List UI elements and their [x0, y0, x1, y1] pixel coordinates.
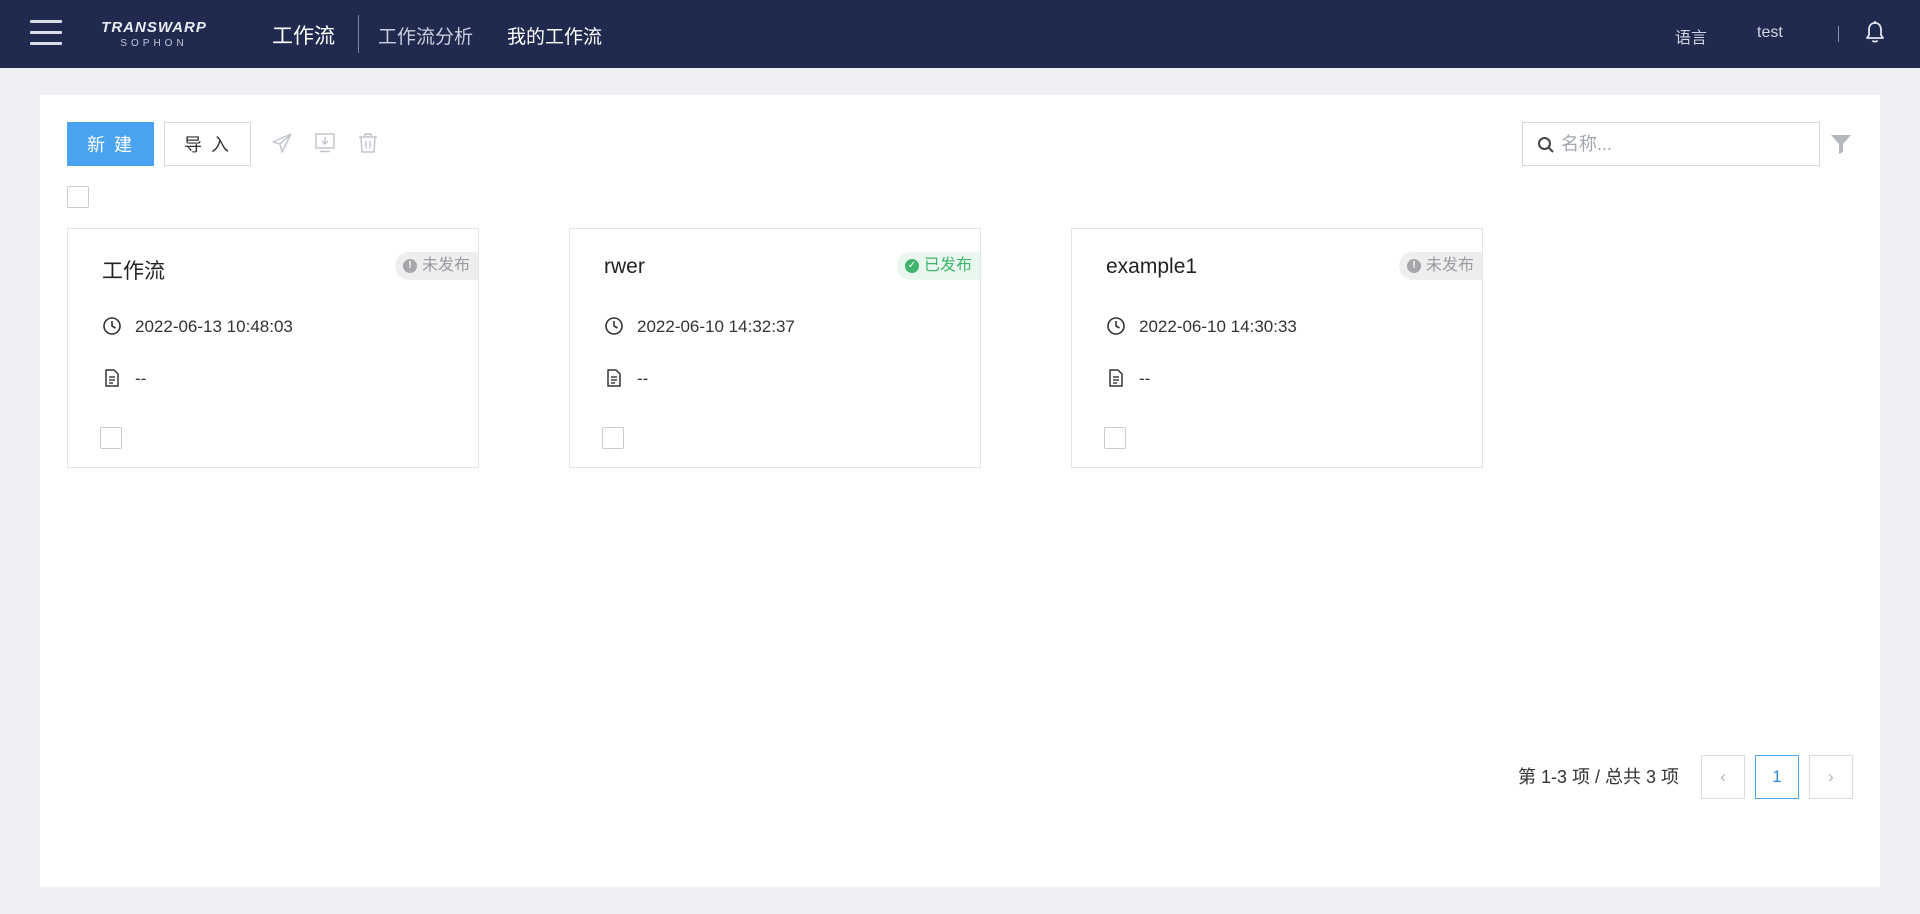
card-title[interactable]: rwer	[604, 255, 645, 279]
info-icon: !	[1406, 259, 1421, 273]
document-icon	[607, 369, 621, 387]
workflow-card[interactable]: rwer ✓ 已发布 2022-06-10 14:32:37 --	[569, 228, 981, 468]
bell-icon[interactable]	[1864, 20, 1886, 44]
tab-workflow-analysis[interactable]: 工作流分析	[378, 22, 473, 49]
prev-page-button[interactable]: ‹	[1701, 755, 1745, 799]
nav-divider	[358, 15, 359, 53]
publish-icon[interactable]	[270, 131, 294, 155]
delete-icon[interactable]	[356, 131, 380, 155]
select-all-checkbox[interactable]	[67, 186, 89, 208]
filter-icon[interactable]	[1830, 133, 1852, 155]
language-selector[interactable]: 语言	[1675, 24, 1707, 48]
download-icon[interactable]	[313, 131, 337, 155]
workflow-card[interactable]: example1 ! 未发布 2022-06-10 14:30:33 --	[1071, 228, 1483, 468]
logo-main-text: TRANSWARP	[101, 19, 207, 36]
clock-icon	[605, 317, 623, 335]
status-text: 已发布	[923, 257, 972, 274]
card-checkbox[interactable]	[602, 427, 624, 449]
logo-sub-text: SOPHON	[120, 38, 188, 49]
card-description: --	[1139, 369, 1151, 388]
new-button[interactable]: 新 建	[67, 122, 154, 166]
document-icon	[1109, 369, 1123, 387]
status-text: 未发布	[421, 257, 470, 274]
card-title[interactable]: 工作流	[102, 255, 165, 285]
status-text: 未发布	[1425, 257, 1474, 274]
info-icon: !	[402, 259, 417, 273]
top-navbar: TRANSWARP SOPHON 工作流 工作流分析 我的工作流 语言 test	[0, 0, 1920, 68]
search-box[interactable]	[1522, 122, 1820, 166]
app-title: 工作流	[272, 25, 335, 48]
card-time: 2022-06-10 14:30:33	[1139, 317, 1297, 336]
card-time: 2022-06-13 10:48:03	[135, 317, 293, 336]
card-checkbox[interactable]	[1104, 427, 1126, 449]
status-badge: ✓ 已发布	[896, 252, 980, 280]
document-icon	[105, 369, 119, 387]
page-1-button[interactable]: 1	[1755, 755, 1799, 799]
search-input[interactable]	[1561, 131, 1811, 157]
clock-icon	[103, 317, 121, 335]
import-button[interactable]: 导 入	[164, 122, 251, 166]
hamburger-menu-icon[interactable]	[30, 20, 62, 48]
workflow-card[interactable]: 工作流 ! 未发布 2022-06-13 10:48:03 --	[67, 228, 479, 468]
card-description: --	[637, 369, 649, 388]
clock-icon	[1107, 317, 1125, 335]
user-menu[interactable]: test	[1757, 24, 1783, 42]
pagination-info: 第 1-3 项 / 总共 3 项	[1518, 767, 1680, 787]
check-circle-icon: ✓	[904, 259, 919, 273]
status-badge: ! 未发布	[1398, 252, 1482, 280]
main-panel: 新 建 导 入 名称... 工作流 ! 未发布 2022-06-13 10:48…	[40, 95, 1880, 887]
logo[interactable]: TRANSWARP SOPHON	[94, 20, 214, 50]
card-time: 2022-06-10 14:32:37	[637, 317, 795, 336]
search-icon	[1538, 137, 1554, 153]
card-checkbox[interactable]	[100, 427, 122, 449]
next-page-button[interactable]: ›	[1809, 755, 1853, 799]
card-description: --	[135, 369, 147, 388]
header-divider	[1838, 26, 1839, 42]
card-title[interactable]: example1	[1106, 255, 1197, 279]
tab-my-workflows[interactable]: 我的工作流	[507, 22, 602, 49]
status-badge: ! 未发布	[394, 252, 478, 280]
